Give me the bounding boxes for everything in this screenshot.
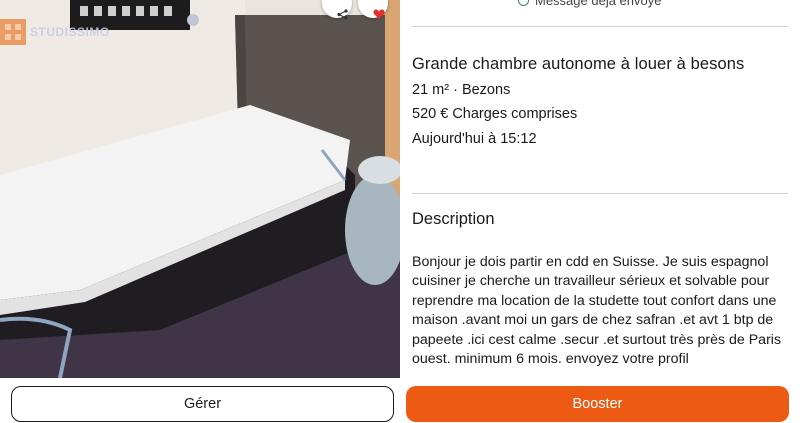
- message-sent-text: Message déjà envoyé: [535, 0, 662, 8]
- description-text: Bonjour je dois partir en cdd en Suisse.…: [412, 254, 782, 368]
- check-circle-icon: [518, 0, 529, 6]
- watermark-text: STUDISSIMO: [30, 25, 110, 39]
- surface-location: 21 m² · Bezons: [412, 82, 511, 98]
- divider-top: [412, 26, 788, 27]
- building-icon: [0, 19, 26, 45]
- description-heading: Description: [412, 210, 495, 228]
- listing-title: Grande chambre autonome à louer à besons: [412, 55, 745, 73]
- manage-button[interactable]: Gérer: [11, 386, 394, 422]
- listing-photo[interactable]: STUDISSIMO: [0, 0, 400, 378]
- action-bar: Gérer Booster: [0, 378, 800, 423]
- divider-middle: [412, 193, 788, 194]
- room-photo-drawing: [0, 0, 400, 378]
- price: 520 € Charges comprises: [412, 106, 578, 122]
- watermark-logo: STUDISSIMO: [0, 18, 110, 46]
- listing-details: Message déjà envoyé Grande chambre auton…: [412, 0, 788, 378]
- message-sent-status: Message déjà envoyé: [518, 0, 661, 8]
- boost-button[interactable]: Booster: [406, 386, 789, 422]
- posted-date: Aujourd'hui à 15:12: [412, 131, 537, 147]
